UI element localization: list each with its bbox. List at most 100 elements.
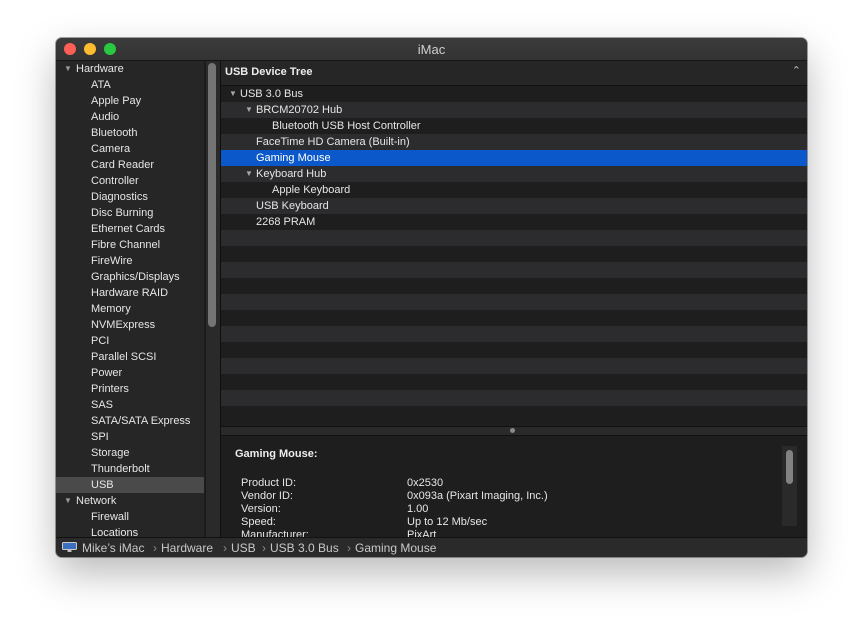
sidebar-item-thunderbolt[interactable]: Thunderbolt	[56, 461, 204, 477]
sidebar-item-parallel-scsi[interactable]: Parallel SCSI	[56, 349, 204, 365]
breadcrumb-item[interactable]: Gaming Mouse	[355, 541, 436, 555]
chevron-up-icon[interactable]: ⌃	[792, 64, 801, 77]
sidebar-item-label: Disc Burning	[91, 207, 154, 219]
breadcrumb-item[interactable]: USB	[231, 541, 256, 555]
sidebar-item-audio[interactable]: Audio	[56, 109, 204, 125]
empty-tree-row	[221, 374, 807, 390]
breadcrumb-separator: ›	[262, 541, 266, 555]
sidebar-item-power[interactable]: Power	[56, 365, 204, 381]
sidebar-item-label: Graphics/Displays	[91, 271, 180, 283]
sidebar-item-ata[interactable]: ATA	[56, 77, 204, 93]
sidebar-item-label: Bluetooth	[91, 127, 138, 139]
breadcrumb-separator: ›	[153, 541, 157, 555]
sidebar-item-camera[interactable]: Camera	[56, 141, 204, 157]
tree-row[interactable]: Gaming Mouse	[221, 150, 807, 166]
usb-device-tree-header[interactable]: USB Device Tree ⌃	[221, 61, 807, 86]
sidebar-item-label: Ethernet Cards	[91, 223, 165, 235]
sidebar-section-label: Network	[76, 495, 117, 507]
empty-tree-row	[221, 326, 807, 342]
sidebar-item-memory[interactable]: Memory	[56, 301, 204, 317]
disclosure-triangle-icon[interactable]: ▼	[245, 102, 253, 118]
sidebar-item-diagnostics[interactable]: Diagnostics	[56, 189, 204, 205]
sidebar-item-bluetooth[interactable]: Bluetooth	[56, 125, 204, 141]
empty-tree-row	[221, 230, 807, 246]
sidebar-item-nvmexpress[interactable]: NVMExpress	[56, 317, 204, 333]
sidebar-item-printers[interactable]: Printers	[56, 381, 204, 397]
sidebar-item-fibre-channel[interactable]: Fibre Channel	[56, 237, 204, 253]
sidebar-item-label: SAS	[91, 399, 114, 411]
sidebar-item-label: Hardware RAID	[91, 287, 169, 299]
sidebar-item-sas[interactable]: SAS	[56, 397, 204, 413]
empty-tree-row	[221, 342, 807, 358]
empty-tree-row	[221, 358, 807, 374]
tree-item-label: USB 3.0 Bus	[240, 88, 303, 100]
sidebar-item-label: SPI	[91, 431, 109, 443]
sidebar-item-firewire[interactable]: FireWire	[56, 253, 204, 269]
sidebar-item-storage[interactable]: Storage	[56, 445, 204, 461]
sidebar-item-locations[interactable]: Locations	[56, 525, 204, 537]
sidebar-section-network[interactable]: ▼ Network	[56, 493, 204, 509]
tree-row[interactable]: Apple Keyboard	[221, 182, 807, 198]
sidebar-item-hardware-raid[interactable]: Hardware RAID	[56, 285, 204, 301]
tree-item-label: USB Keyboard	[256, 200, 329, 212]
tree-row[interactable]: ▼ BRCM20702 Hub	[221, 102, 807, 118]
disclosure-triangle-icon[interactable]: ▼	[245, 166, 253, 182]
drag-handle-dot-icon	[510, 428, 515, 433]
detail-field-label: Vendor ID:	[241, 490, 293, 502]
sidebar-item-card-reader[interactable]: Card Reader	[56, 157, 204, 173]
sidebar-item-label: Firewall	[91, 511, 129, 523]
detail-field-label: Speed:	[241, 516, 276, 528]
sidebar-item-firewall[interactable]: Firewall	[56, 509, 204, 525]
sidebar-section-label: Hardware	[76, 63, 124, 75]
detail-scrollbar-thumb[interactable]	[786, 450, 793, 484]
sidebar-category-list[interactable]: ▼ Hardware ATA Apple Pay Audio Bluetooth Camer…	[56, 61, 204, 537]
detail-field-value: 0x2530	[407, 477, 444, 489]
tree-row[interactable]: ▼ USB 3.0 Bus	[221, 86, 807, 102]
breadcrumb-item[interactable]: Mike’s iMac	[82, 541, 144, 555]
breadcrumb-separator: ›	[223, 541, 227, 555]
tree-item-label: Apple Keyboard	[272, 184, 351, 196]
breadcrumb-separator: ›	[347, 541, 351, 555]
sidebar-item-label: USB	[91, 479, 114, 491]
sidebar-item-apple-pay[interactable]: Apple Pay	[56, 93, 204, 109]
tree-row[interactable]: 2268 PRAM	[221, 214, 807, 230]
empty-tree-row	[221, 294, 807, 310]
sidebar-section-hardware[interactable]: ▼ Hardware	[56, 61, 204, 77]
sidebar-item-label: Camera	[91, 143, 131, 155]
split-view-handle[interactable]	[221, 426, 807, 436]
breadcrumb-item[interactable]: USB 3.0 Bus	[270, 541, 339, 555]
tree-row[interactable]: Bluetooth USB Host Controller	[221, 118, 807, 134]
sidebar-item-label: Diagnostics	[91, 191, 148, 203]
sidebar-item-label: Audio	[91, 111, 120, 123]
tree-row[interactable]: ▼ Keyboard Hub	[221, 166, 807, 182]
sidebar-scrollbar-thumb[interactable]	[208, 63, 216, 327]
empty-tree-row	[221, 278, 807, 294]
detail-field-value: 1.00	[407, 503, 429, 515]
tree-item-label: 2268 PRAM	[256, 216, 316, 228]
sidebar-item-spi[interactable]: SPI	[56, 429, 204, 445]
sidebar-item-label: ATA	[91, 79, 111, 91]
sidebar-item-pci[interactable]: PCI	[56, 333, 204, 349]
sidebar-item-disc-burning[interactable]: Disc Burning	[56, 205, 204, 221]
tree-row[interactable]: USB Keyboard	[221, 198, 807, 214]
sidebar-item-ethernet-cards[interactable]: Ethernet Cards	[56, 221, 204, 237]
detail-field-value: Up to 12 Mb/sec	[407, 516, 488, 528]
title-bar[interactable]: iMac	[56, 38, 807, 61]
sidebar-item-usb[interactable]: USB	[56, 477, 204, 493]
empty-tree-row	[221, 246, 807, 262]
empty-tree-row	[221, 406, 807, 422]
tree-row[interactable]: FaceTime HD Camera (Built-in)	[221, 134, 807, 150]
disclosure-triangle-icon[interactable]: ▼	[229, 86, 237, 102]
detail-field-label: Product ID:	[241, 477, 297, 489]
detail-field-label: Manufacturer:	[241, 529, 309, 537]
sidebar-item-label: Printers	[91, 383, 129, 395]
tree-item-label: BRCM20702 Hub	[256, 104, 343, 116]
detail-field-value: 0x093a (Pixart Imaging, Inc.)	[407, 490, 548, 502]
sidebar-item-controller[interactable]: Controller	[56, 173, 204, 189]
disclosure-triangle-icon[interactable]: ▼	[64, 61, 72, 77]
detail-title: Gaming Mouse:	[235, 448, 318, 460]
breadcrumb-item[interactable]: Hardware	[161, 541, 213, 555]
disclosure-triangle-icon[interactable]: ▼	[64, 493, 72, 509]
sidebar-item-sata-sata-express[interactable]: SATA/SATA Express	[56, 413, 204, 429]
sidebar-item-graphics-displays[interactable]: Graphics/Displays	[56, 269, 204, 285]
